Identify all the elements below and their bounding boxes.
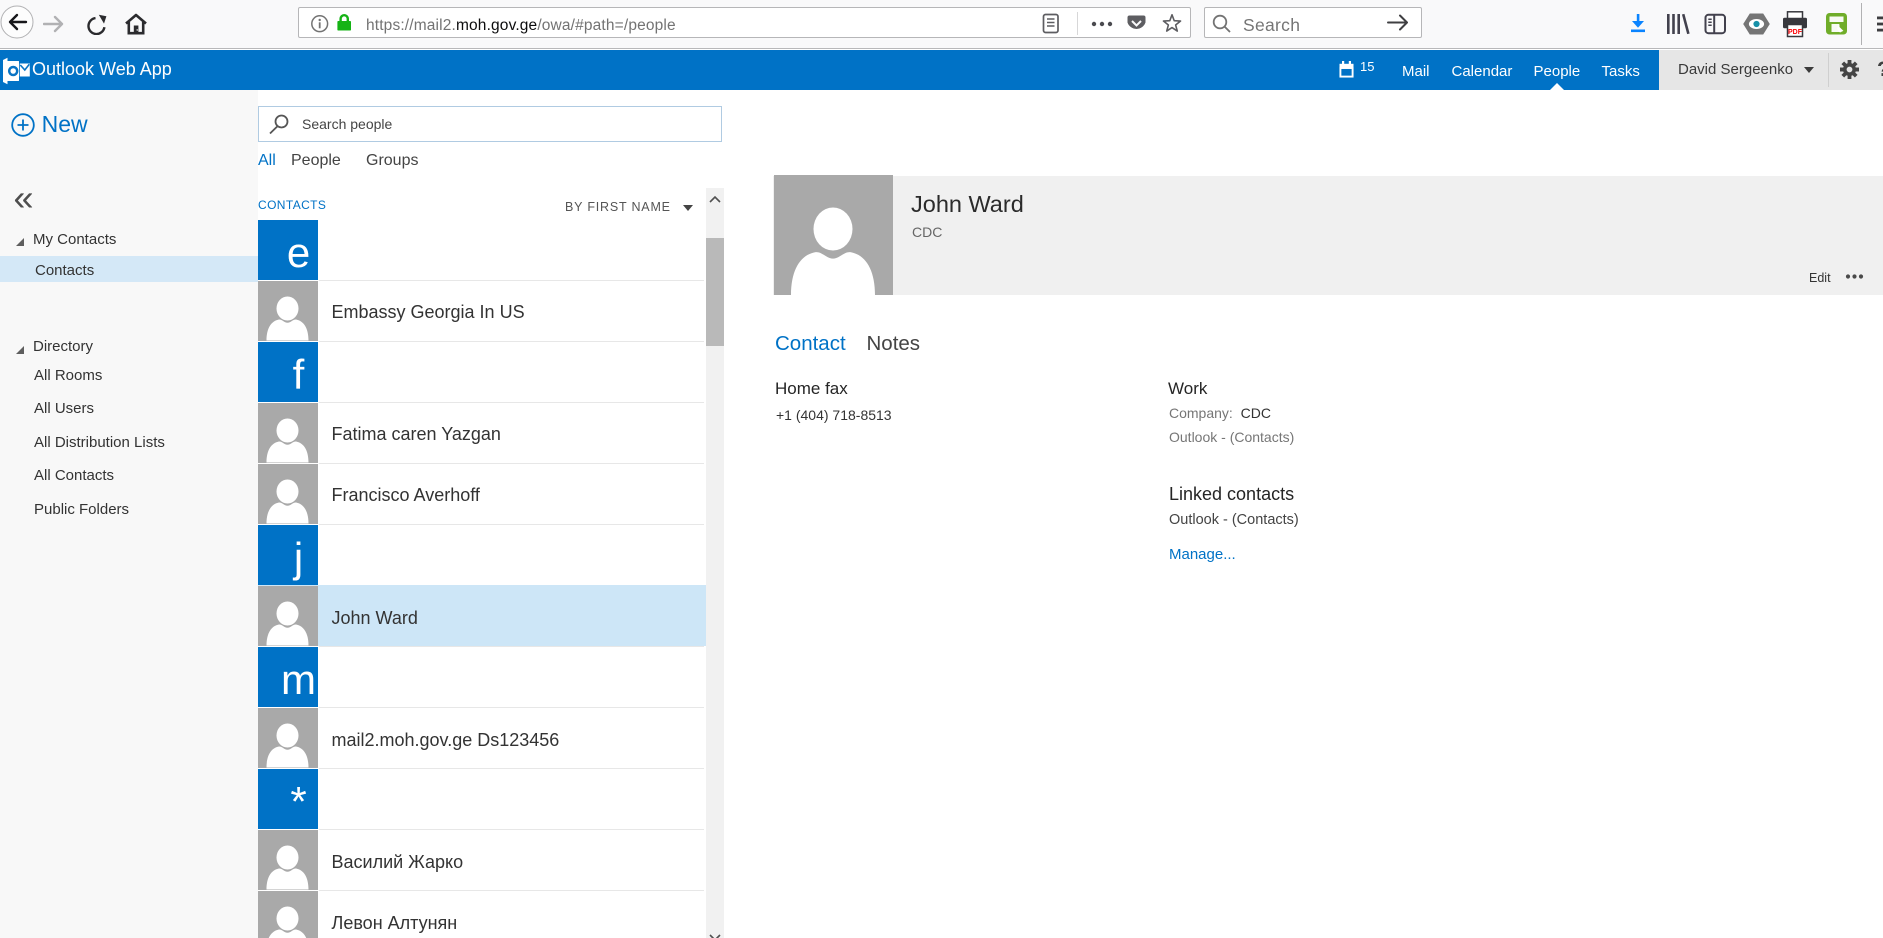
- svg-text:PDF: PDF: [1788, 29, 1803, 36]
